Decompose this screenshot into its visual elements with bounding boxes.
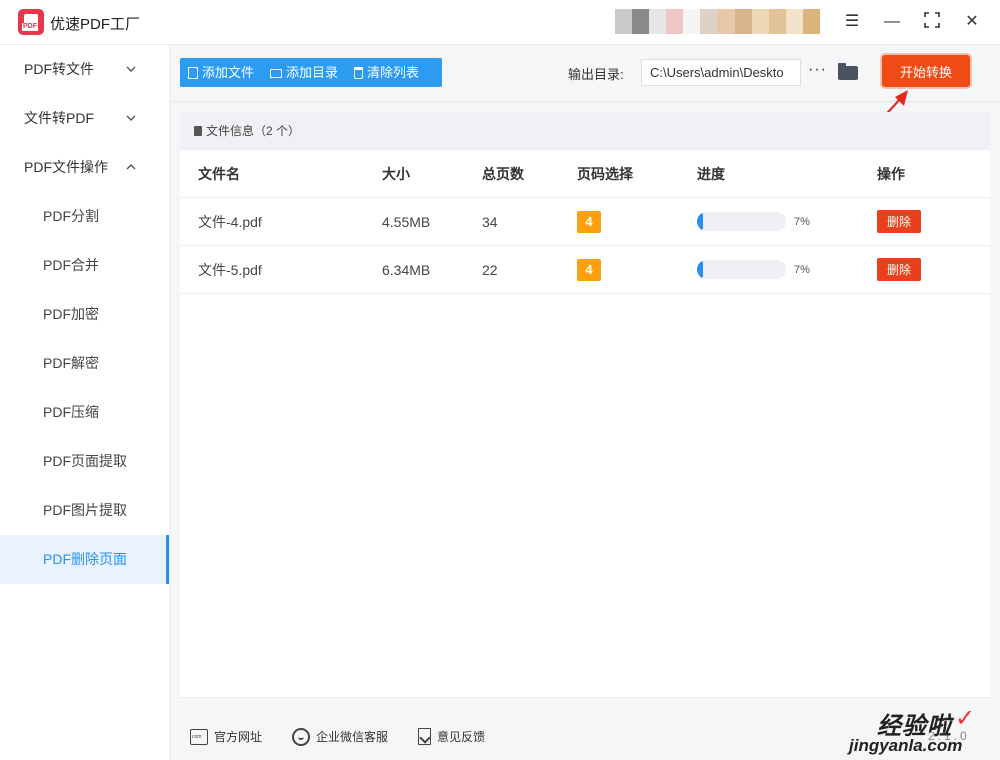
output-dir-input[interactable] bbox=[641, 59, 801, 86]
sidebar-item-merge[interactable]: PDF合并 bbox=[0, 241, 169, 290]
clear-list-label: 清除列表 bbox=[367, 65, 420, 80]
check-icon: ✓ bbox=[955, 705, 976, 732]
progress-fill bbox=[697, 260, 704, 279]
watermark-logo: 经验啦 ✓ jingyanla.com bbox=[845, 705, 995, 760]
watermark-en: jingyanla.com bbox=[849, 736, 963, 755]
sidebar: PDF转文件 文件转PDF PDF文件操作 PDF分割 PDF合并 PDF加密 … bbox=[0, 45, 170, 760]
sidebar-group-label: PDF文件操作 bbox=[24, 159, 108, 175]
clear-list-button[interactable]: 清除列表 bbox=[346, 58, 427, 87]
add-folder-label: 添加目录 bbox=[286, 65, 339, 80]
title-bar: 优速PDF工厂 ☰ — ✕ bbox=[0, 0, 1000, 45]
chevron-up-icon bbox=[126, 143, 136, 192]
main-area: 添加文件 添加目录 清除列表 输出目录: ··· 开始转换 文件信息（2 个） … bbox=[170, 45, 1000, 760]
chat-icon bbox=[292, 727, 311, 746]
user-avatar-mosaic bbox=[615, 9, 820, 34]
file-list-panel: 文件信息（2 个） 文件名 大小 总页数 页码选择 进度 操作 文件-4.pdf… bbox=[180, 112, 990, 698]
app-title: 优速PDF工厂 bbox=[50, 16, 141, 33]
wechat-support-link[interactable]: 企业微信客服 bbox=[292, 727, 389, 746]
trash-icon bbox=[354, 66, 364, 79]
file-icon bbox=[188, 66, 198, 79]
add-file-button[interactable]: 添加文件 bbox=[180, 58, 262, 87]
file-size: 6.34MB bbox=[382, 262, 431, 278]
feedback-link[interactable]: 意见反馈 bbox=[418, 728, 485, 745]
website-icon bbox=[190, 728, 208, 745]
website-link[interactable]: 官方网址 bbox=[190, 728, 262, 745]
progress-text: 7% bbox=[794, 216, 810, 228]
minimize-icon[interactable]: — bbox=[882, 12, 902, 32]
progress-text: 7% bbox=[794, 264, 810, 276]
output-dir-label: 输出目录: bbox=[568, 67, 624, 82]
file-name: 文件-5.pdf bbox=[198, 262, 262, 278]
col-pages: 总页数 bbox=[482, 166, 524, 182]
delete-button[interactable]: 删除 bbox=[877, 210, 921, 233]
col-page-select: 页码选择 bbox=[577, 166, 633, 182]
add-file-label: 添加文件 bbox=[202, 65, 255, 80]
col-progress: 进度 bbox=[697, 166, 725, 182]
sidebar-group-pdf-operations[interactable]: PDF文件操作 bbox=[0, 143, 169, 192]
add-folder-button[interactable]: 添加目录 bbox=[262, 58, 346, 87]
progress-bar bbox=[697, 212, 786, 231]
page-select-badge[interactable]: 4 bbox=[577, 259, 601, 281]
file-list-header: 文件信息（2 个） bbox=[180, 112, 990, 150]
maximize-icon[interactable] bbox=[922, 12, 942, 32]
sidebar-group-file-to-pdf[interactable]: 文件转PDF bbox=[0, 94, 169, 143]
chevron-down-icon bbox=[126, 45, 136, 94]
wechat-label: 企业微信客服 bbox=[316, 730, 389, 744]
more-icon[interactable]: ··· bbox=[808, 61, 827, 79]
menu-icon[interactable]: ☰ bbox=[842, 12, 862, 32]
close-icon[interactable]: ✕ bbox=[962, 12, 982, 32]
progress-bar bbox=[697, 260, 786, 279]
page-select-badge[interactable]: 4 bbox=[577, 211, 601, 233]
file-name: 文件-4.pdf bbox=[198, 214, 262, 230]
file-pages: 34 bbox=[482, 214, 498, 230]
folder-icon bbox=[270, 69, 283, 78]
file-action-group: 添加文件 添加目录 清除列表 bbox=[180, 58, 442, 87]
file-count-label: 文件信息（2 个） bbox=[206, 124, 301, 138]
col-action: 操作 bbox=[877, 166, 905, 182]
table-row[interactable]: 文件-5.pdf 6.34MB 22 4 7% 删除 bbox=[180, 246, 990, 294]
website-label: 官方网址 bbox=[214, 730, 263, 744]
file-pages: 22 bbox=[482, 262, 498, 278]
table-header: 文件名 大小 总页数 页码选择 进度 操作 bbox=[180, 150, 990, 198]
sidebar-item-extract-pages[interactable]: PDF页面提取 bbox=[0, 437, 169, 486]
sidebar-item-encrypt[interactable]: PDF加密 bbox=[0, 290, 169, 339]
sidebar-item-split[interactable]: PDF分割 bbox=[0, 192, 169, 241]
col-size: 大小 bbox=[382, 166, 410, 182]
progress-fill bbox=[697, 212, 704, 231]
sidebar-group-label: PDF转文件 bbox=[24, 61, 94, 77]
app-logo-icon bbox=[18, 9, 44, 35]
sidebar-group-label: 文件转PDF bbox=[24, 110, 94, 126]
chevron-down-icon bbox=[126, 94, 136, 143]
delete-button[interactable]: 删除 bbox=[877, 258, 921, 281]
col-filename: 文件名 bbox=[198, 166, 240, 182]
sidebar-item-compress[interactable]: PDF压缩 bbox=[0, 388, 169, 437]
feedback-icon bbox=[418, 728, 432, 745]
open-folder-icon[interactable] bbox=[838, 63, 858, 80]
file-size: 4.55MB bbox=[382, 214, 431, 230]
sidebar-item-extract-images[interactable]: PDF图片提取 bbox=[0, 486, 169, 535]
feedback-label: 意见反馈 bbox=[437, 730, 486, 744]
table-row[interactable]: 文件-4.pdf 4.55MB 34 4 7% 删除 bbox=[180, 198, 990, 246]
start-convert-button[interactable]: 开始转换 bbox=[882, 55, 970, 87]
sidebar-item-delete-pages[interactable]: PDF删除页面 bbox=[0, 535, 169, 584]
sidebar-group-pdf-to-file[interactable]: PDF转文件 bbox=[0, 45, 169, 94]
file-info-icon bbox=[194, 126, 202, 136]
sidebar-item-decrypt[interactable]: PDF解密 bbox=[0, 339, 169, 388]
